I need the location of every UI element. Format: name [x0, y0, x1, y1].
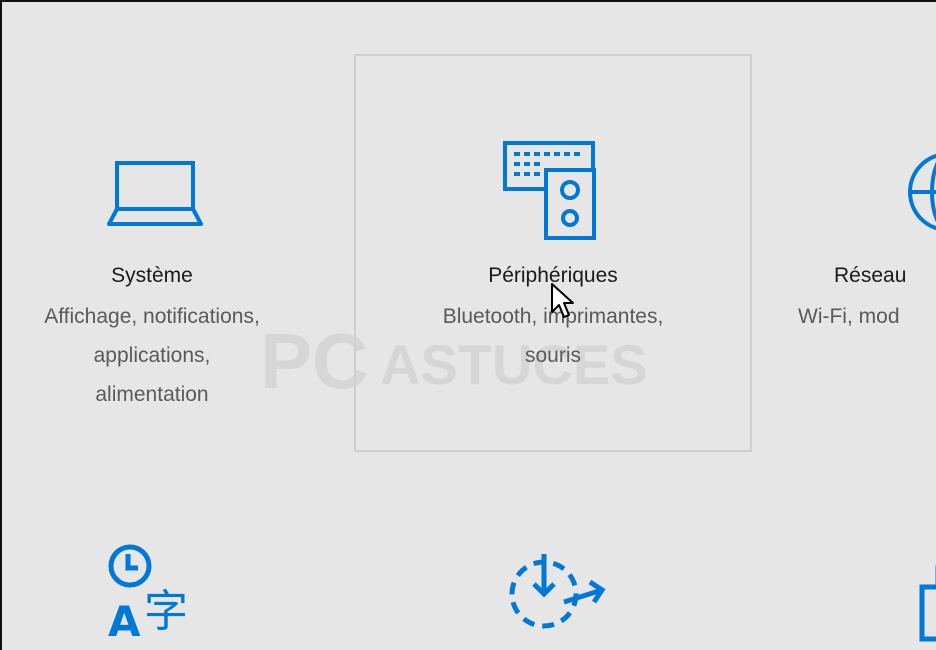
- laptop-icon: [107, 161, 203, 226]
- globe-icon: [908, 153, 936, 231]
- lock-icon[interactable]: [918, 547, 936, 647]
- svg-text:A: A: [108, 597, 141, 642]
- svg-text:字: 字: [144, 586, 188, 637]
- tile-title: Réseau: [834, 264, 907, 287]
- desc-line: Affichage, notifications,: [44, 305, 260, 328]
- tile-description: Affichage, notifications, applications, …: [2, 297, 312, 414]
- desc-line: alimentation: [95, 383, 209, 406]
- tile-systeme[interactable]: Système Affichage, notifications, applic…: [2, 2, 312, 452]
- desc-line: applications,: [93, 344, 211, 367]
- mouse-cursor-icon: [551, 283, 574, 318]
- tile-description: Wi-Fi, mod: [798, 297, 936, 336]
- time-language-icon[interactable]: A 字: [106, 542, 206, 642]
- tile-peripheriques[interactable]: Périphériques Bluetooth, imprimantes, so…: [354, 54, 752, 452]
- devices-icon: [503, 141, 596, 240]
- desc-line: souris: [524, 344, 582, 367]
- desc-line: Wi-Fi, mod: [798, 305, 900, 328]
- tile-title: Système: [111, 264, 193, 287]
- update-security-icon[interactable]: [504, 550, 608, 640]
- settings-window: PC ASTUCES Système Affichage, notificati…: [0, 0, 936, 650]
- tile-reseau[interactable]: Réseau Wi-Fi, mod: [792, 2, 936, 452]
